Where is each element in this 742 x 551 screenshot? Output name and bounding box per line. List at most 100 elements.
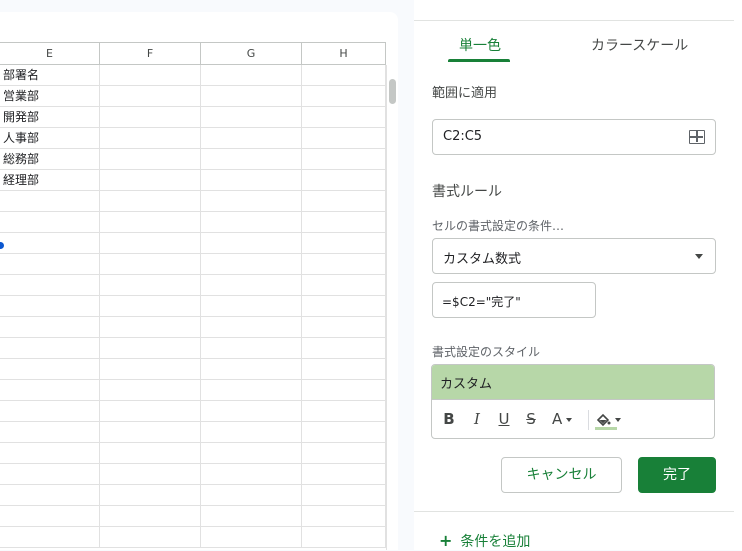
grid-cell[interactable]: [302, 149, 386, 169]
grid-cell[interactable]: [302, 191, 386, 211]
grid-cell[interactable]: [100, 86, 201, 106]
grid-cell[interactable]: [302, 296, 386, 316]
grid-cell[interactable]: [100, 317, 201, 337]
grid-cell[interactable]: 開発部: [0, 107, 100, 127]
grid-cell[interactable]: [302, 86, 386, 106]
grid-cell[interactable]: [201, 464, 302, 484]
grid-cell[interactable]: [0, 464, 100, 484]
grid-cell[interactable]: [0, 212, 100, 232]
grid-cell[interactable]: [100, 149, 201, 169]
scrollbar-thumb[interactable]: [389, 79, 396, 104]
grid-cell[interactable]: [302, 170, 386, 190]
grid-cell[interactable]: [100, 170, 201, 190]
grid-cell[interactable]: [302, 65, 386, 85]
grid-cell[interactable]: [201, 86, 302, 106]
grid-cell[interactable]: [302, 485, 386, 505]
range-input[interactable]: C2:C5: [432, 119, 716, 155]
grid-cell[interactable]: [201, 422, 302, 442]
grid-cell[interactable]: [201, 401, 302, 421]
grid-cell[interactable]: [100, 65, 201, 85]
grid-cell[interactable]: [201, 254, 302, 274]
grid-cell[interactable]: [0, 296, 100, 316]
grid-cell[interactable]: [302, 401, 386, 421]
grid-cell[interactable]: [201, 191, 302, 211]
grid-cell[interactable]: [0, 527, 100, 547]
grid-cell[interactable]: [0, 485, 100, 505]
grid-cell[interactable]: 総務部: [0, 149, 100, 169]
vertical-scrollbar[interactable]: [386, 65, 398, 550]
grid-cell[interactable]: [201, 506, 302, 526]
grid-cell[interactable]: [0, 401, 100, 421]
grid-cell[interactable]: 経理部: [0, 170, 100, 190]
italic-button[interactable]: I: [470, 408, 484, 430]
style-preview[interactable]: カスタム: [432, 365, 714, 400]
grid-cell[interactable]: [201, 128, 302, 148]
grid-cell[interactable]: [0, 422, 100, 442]
grid-cell[interactable]: [302, 464, 386, 484]
grid-cell[interactable]: [302, 506, 386, 526]
tab-single-color[interactable]: 単一色: [459, 36, 501, 56]
text-color-button[interactable]: A: [552, 408, 580, 430]
grid-cell[interactable]: [302, 233, 386, 253]
grid-cell[interactable]: [100, 464, 201, 484]
grid-cell[interactable]: 営業部: [0, 86, 100, 106]
grid-cell[interactable]: [100, 254, 201, 274]
grid-cell[interactable]: [0, 443, 100, 463]
condition-dropdown[interactable]: カスタム数式: [432, 238, 716, 274]
grid-cell[interactable]: [100, 212, 201, 232]
grid-cell[interactable]: [201, 107, 302, 127]
grid-cell[interactable]: [201, 149, 302, 169]
grid-cell[interactable]: [0, 233, 100, 253]
grid-cell[interactable]: [0, 506, 100, 526]
grid-cell[interactable]: [201, 317, 302, 337]
grid-cell[interactable]: 人事部: [0, 128, 100, 148]
grid-cell[interactable]: [100, 401, 201, 421]
select-range-icon[interactable]: [689, 130, 705, 144]
strikethrough-button[interactable]: S: [524, 408, 538, 430]
grid-cell[interactable]: [302, 107, 386, 127]
grid-cell[interactable]: [302, 317, 386, 337]
grid-cell[interactable]: [100, 506, 201, 526]
grid-cell[interactable]: [100, 485, 201, 505]
grid-cell[interactable]: [201, 170, 302, 190]
grid-cell[interactable]: [201, 338, 302, 358]
grid-cell[interactable]: [201, 233, 302, 253]
grid-cell[interactable]: [201, 485, 302, 505]
grid-cell[interactable]: [302, 254, 386, 274]
grid-cell[interactable]: [100, 380, 201, 400]
grid-cell[interactable]: [100, 296, 201, 316]
cancel-button[interactable]: キャンセル: [501, 457, 622, 493]
grid-cell[interactable]: [201, 527, 302, 547]
grid-cell[interactable]: [100, 191, 201, 211]
grid-cell[interactable]: [201, 212, 302, 232]
grid-cell[interactable]: [100, 359, 201, 379]
grid-cell[interactable]: [302, 128, 386, 148]
grid-cell[interactable]: [0, 317, 100, 337]
column-header-h[interactable]: H: [302, 43, 386, 65]
grid-cell[interactable]: [201, 296, 302, 316]
grid-cell[interactable]: [302, 380, 386, 400]
grid-cell[interactable]: [302, 527, 386, 547]
grid-cell[interactable]: [100, 422, 201, 442]
grid-cell[interactable]: [302, 212, 386, 232]
grid-cell[interactable]: [302, 422, 386, 442]
grid-cell[interactable]: [201, 380, 302, 400]
grid-cell[interactable]: [100, 233, 201, 253]
underline-button[interactable]: U: [497, 408, 511, 430]
grid-cell[interactable]: [0, 275, 100, 295]
grid-cell[interactable]: [201, 65, 302, 85]
tab-color-scale[interactable]: カラースケール: [591, 36, 688, 56]
grid-cell[interactable]: [201, 443, 302, 463]
grid-cell[interactable]: [302, 275, 386, 295]
grid-cell[interactable]: [201, 275, 302, 295]
grid-cell[interactable]: [100, 107, 201, 127]
bold-button[interactable]: B: [442, 408, 456, 430]
grid-cell[interactable]: [100, 527, 201, 547]
add-condition-button[interactable]: + 条件を追加: [439, 531, 530, 551]
grid-cell[interactable]: [100, 128, 201, 148]
grid-cell[interactable]: [0, 191, 100, 211]
grid-cell[interactable]: [100, 275, 201, 295]
grid-cell[interactable]: [302, 338, 386, 358]
column-header-e[interactable]: E: [0, 43, 100, 65]
grid-cell[interactable]: [0, 338, 100, 358]
